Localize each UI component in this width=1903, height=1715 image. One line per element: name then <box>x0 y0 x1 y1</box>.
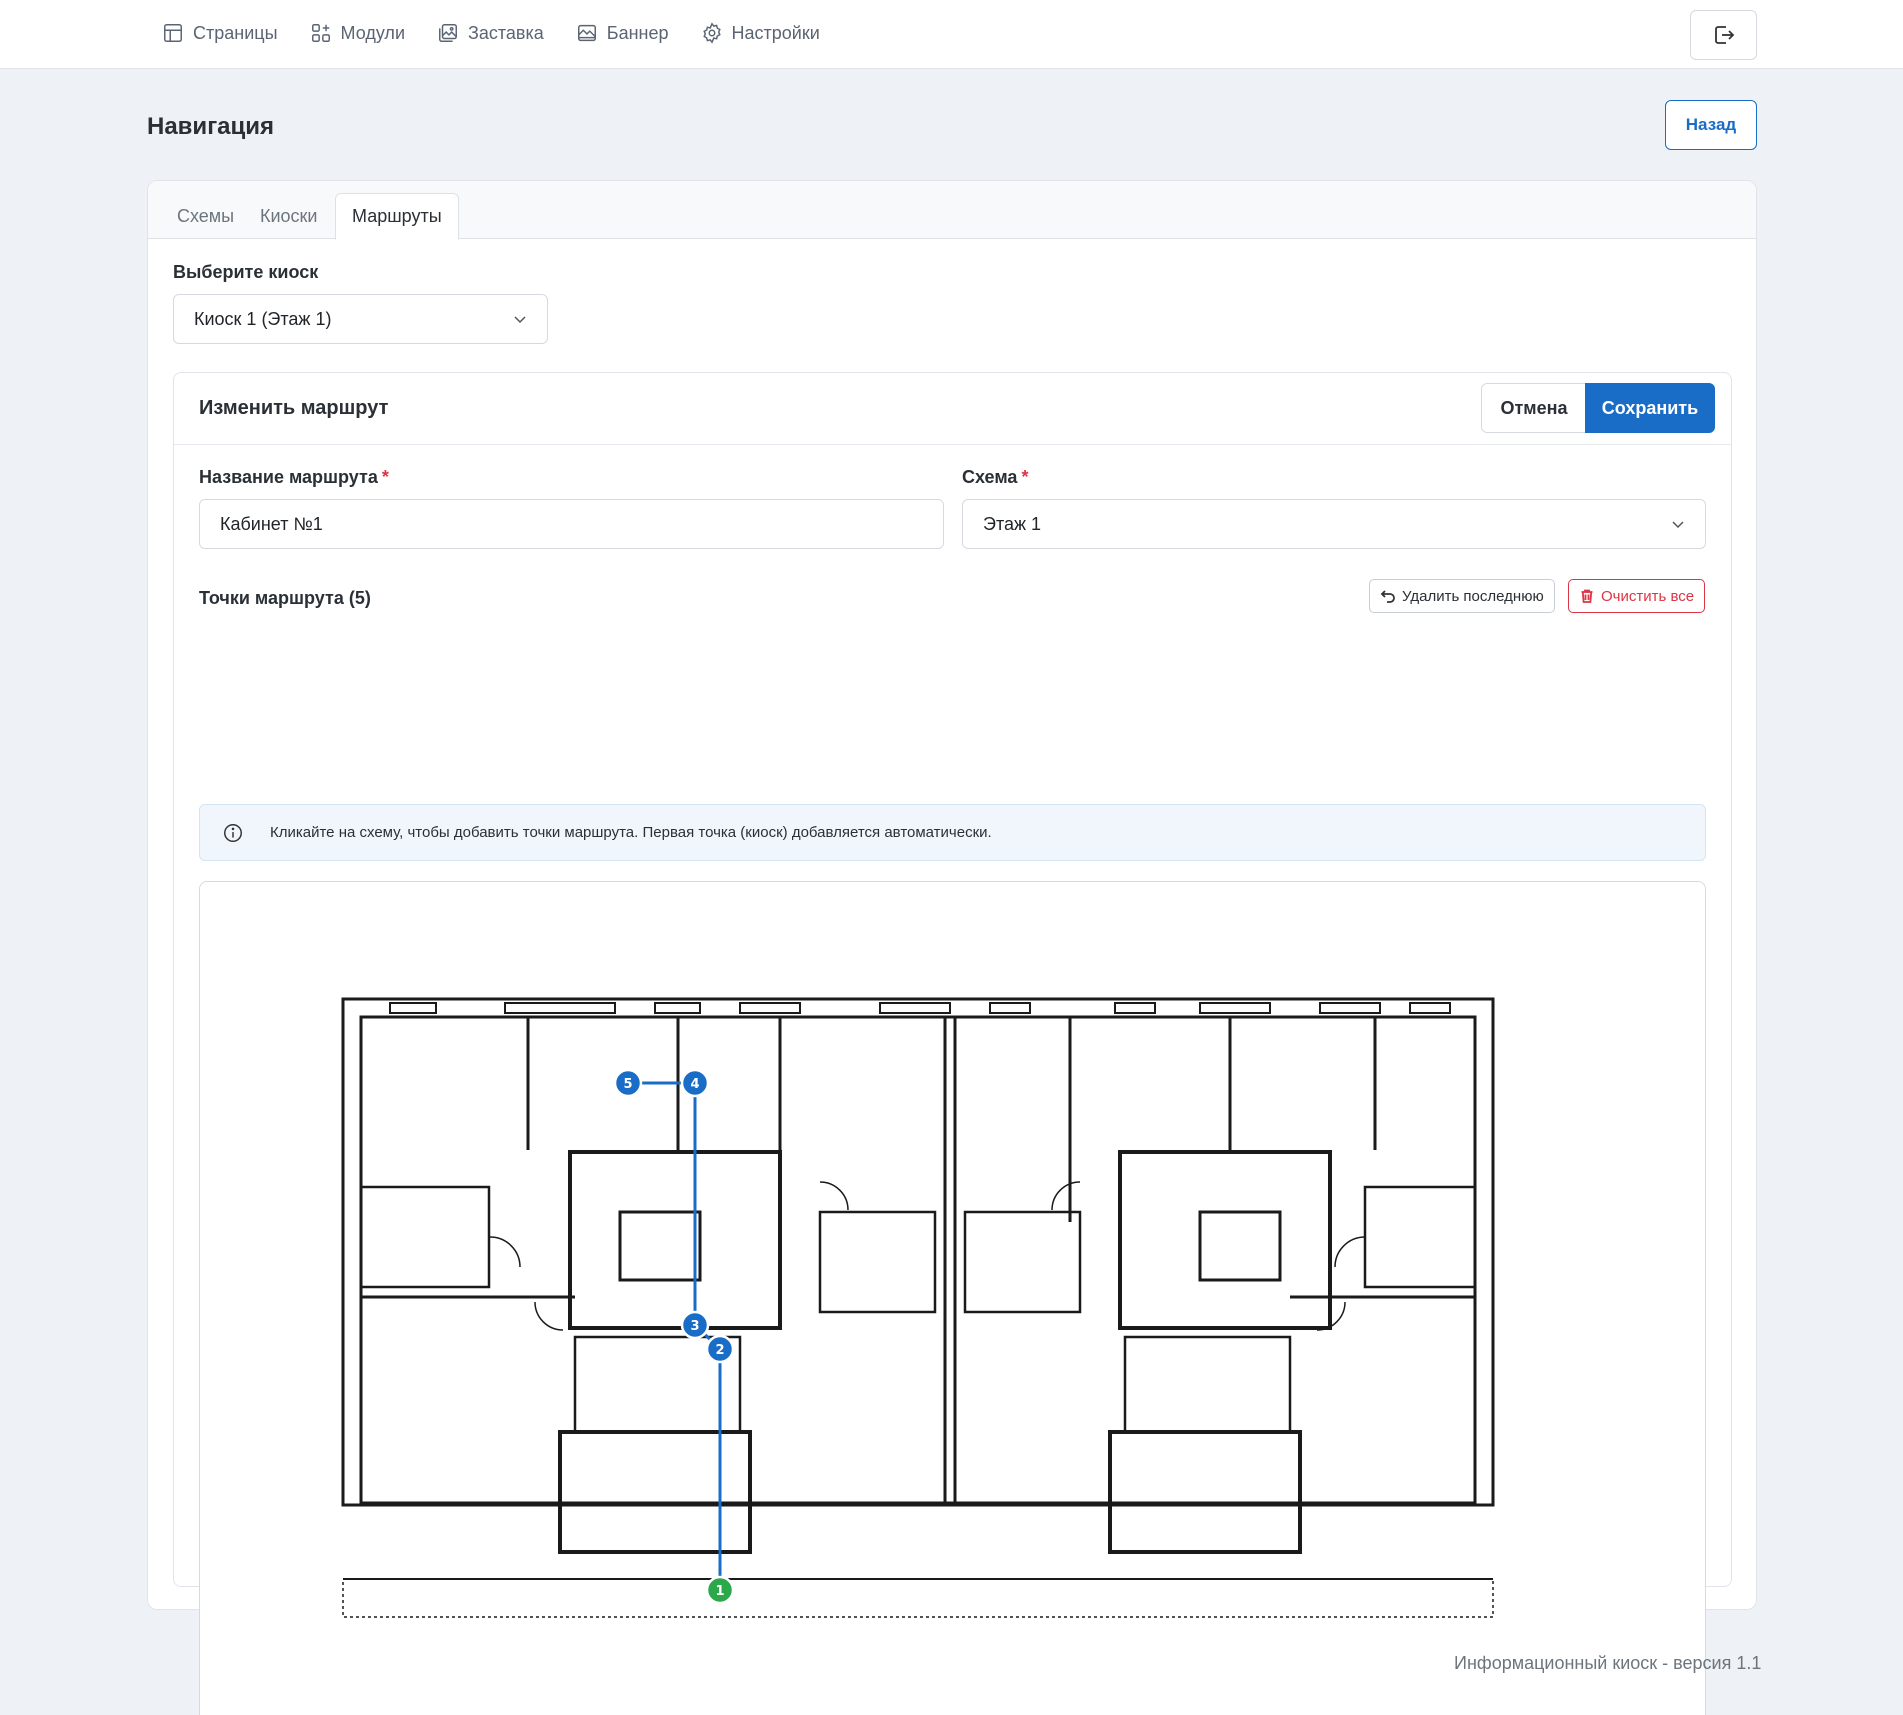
nav-item-label: Баннер <box>606 22 669 43</box>
info-icon <box>224 823 242 842</box>
route-point-label: 1 <box>715 1584 724 1599</box>
chevron-down-icon <box>1672 521 1684 529</box>
scheme-label-text: Схема <box>962 467 1018 487</box>
table-icon <box>164 24 182 42</box>
main-nav: Страницы Модули Заставка Баннер Настройк… <box>162 22 852 44</box>
logout-button[interactable] <box>1690 10 1757 60</box>
route-editor-header: Изменить маршрут Отмена Сохранить <box>174 373 1731 445</box>
tabs-bar: Схемы Киоски Маршруты <box>148 181 1756 240</box>
undo-icon <box>1380 590 1395 603</box>
route-point-label: 2 <box>715 1343 724 1358</box>
gear-icon <box>702 22 721 44</box>
required-mark: * <box>1021 467 1029 487</box>
required-mark: * <box>381 467 389 487</box>
kiosk-select-label: Выберите киоск <box>173 262 319 282</box>
nav-item-label: Модули <box>340 22 405 43</box>
nav-item-label: Страницы <box>193 22 278 43</box>
route-point-label: 3 <box>690 1319 699 1334</box>
nav-item-modules[interactable]: Модули <box>310 22 405 44</box>
tab-kiosks[interactable]: Киоски <box>244 193 333 240</box>
scheme-select-value: Этаж 1 <box>983 513 1042 534</box>
undo-last-point-button[interactable]: Удалить последнюю <box>1369 579 1555 613</box>
route-editor-panel: Изменить маршрут Отмена Сохранить Назван… <box>173 372 1732 1715</box>
clear-label: Очистить все <box>1601 587 1695 605</box>
clear-all-button[interactable]: Очистить все <box>1568 579 1706 613</box>
scheme-map[interactable]: 1 2 3 4 5 <box>199 881 1706 1715</box>
scheme-select[interactable]: Этаж 1 <box>962 499 1706 549</box>
route-point-3[interactable]: 3 <box>680 1310 710 1340</box>
route-name-input[interactable]: Кабинет №1 <box>199 499 944 549</box>
trash-icon <box>1581 589 1593 603</box>
main-card: Схемы Киоски Маршруты Выберите киоск Кио… <box>147 180 1757 1715</box>
chevron-down-icon <box>514 316 526 324</box>
kiosk-select[interactable]: Киоск 1 (Этаж 1) <box>173 294 548 344</box>
route-point-label: 5 <box>623 1077 632 1092</box>
page-title: Навигация <box>147 113 275 140</box>
save-button[interactable]: Сохранить <box>1585 383 1715 433</box>
undo-label: Удалить последнюю <box>1402 587 1544 605</box>
nav-item-label: Заставка <box>468 22 544 43</box>
footer-version: Информационный киоск - версия 1.1 <box>1454 1653 1762 1673</box>
modules-icon <box>311 24 330 42</box>
route-editor-title: Изменить маршрут <box>199 397 389 419</box>
kiosk-select-value: Киоск 1 (Этаж 1) <box>194 308 332 329</box>
banner-icon <box>577 24 596 42</box>
route-point-2[interactable]: 2 <box>705 1334 735 1364</box>
scheme-label: Схема * <box>962 467 1028 488</box>
route-name-label: Название маршрута * <box>199 467 389 488</box>
nav-item-settings[interactable]: Настройки <box>701 22 820 44</box>
logout-icon <box>1714 26 1734 44</box>
info-text: Кликайте на схему, чтобы добавить точки … <box>270 824 992 841</box>
nav-item-pages[interactable]: Страницы <box>162 22 278 44</box>
tab-schemes[interactable]: Схемы <box>161 193 250 240</box>
nav-item-label: Настройки <box>731 22 820 43</box>
tab-routes[interactable]: Маршруты <box>335 193 459 240</box>
floor-plan[interactable]: 1 2 3 4 5 <box>200 882 1707 1715</box>
top-navbar: Страницы Модули Заставка Баннер Настройк… <box>0 0 1903 69</box>
cancel-button[interactable]: Отмена <box>1481 383 1587 433</box>
route-name-label-text: Название маршрута <box>199 467 378 487</box>
back-button[interactable]: Назад <box>1665 100 1757 150</box>
nav-item-screensaver[interactable]: Заставка <box>437 22 544 44</box>
images-icon <box>439 24 457 42</box>
route-point-label: 4 <box>690 1077 699 1092</box>
info-alert: Кликайте на схему, чтобы добавить точки … <box>199 804 1706 861</box>
route-points-label: Точки маршрута (5) <box>199 588 371 608</box>
route-point-4[interactable]: 4 <box>680 1068 710 1098</box>
route-point-5[interactable]: 5 <box>613 1068 643 1098</box>
nav-item-banner[interactable]: Баннер <box>576 22 669 44</box>
route-point-1-kiosk[interactable]: 1 <box>705 1575 735 1605</box>
